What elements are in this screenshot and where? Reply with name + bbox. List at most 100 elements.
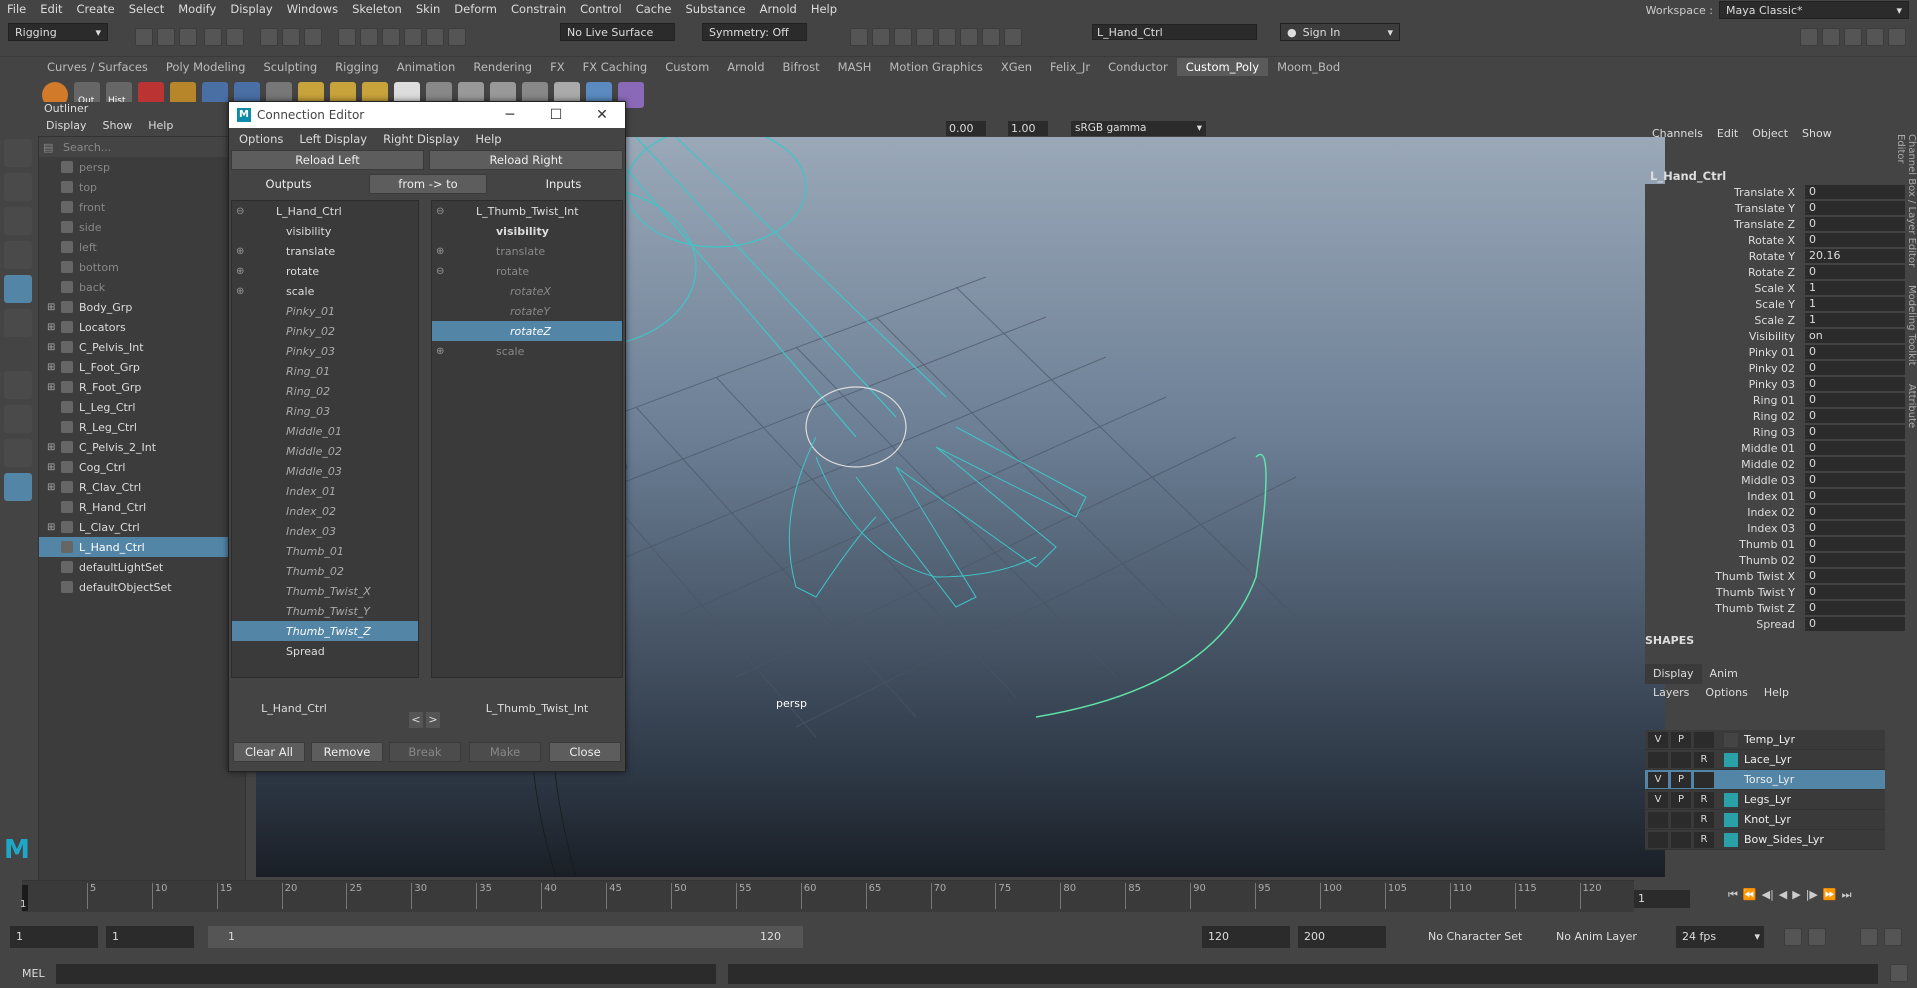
channel-value[interactable]: 0: [1805, 505, 1905, 519]
ce-attribute-item[interactable]: Ring_02: [232, 381, 418, 401]
ce-menu-item[interactable]: Right Display: [375, 132, 467, 146]
menu-constrain[interactable]: Constrain: [504, 2, 573, 16]
shelf-tab[interactable]: FX Caching: [574, 58, 657, 76]
channel-value[interactable]: 0: [1805, 409, 1905, 423]
channel-value[interactable]: 1: [1805, 313, 1905, 327]
expand-icon[interactable]: ⊞: [47, 382, 57, 393]
expand-icon[interactable]: ⊕: [436, 246, 444, 257]
snap-surface-icon[interactable]: [426, 28, 444, 46]
shelf-tab[interactable]: Rendering: [464, 58, 541, 76]
outliner-item[interactable]: top: [39, 177, 245, 197]
ce-attribute-item[interactable]: ⊖ rotate: [432, 261, 622, 281]
layer-row[interactable]: R Bow_Sides_Lyr: [1645, 830, 1885, 850]
channel-value[interactable]: 0: [1805, 489, 1905, 503]
expand-icon[interactable]: ⊕: [236, 286, 244, 297]
channel-row[interactable]: Visibility on: [1645, 328, 1917, 344]
select-tool-icon[interactable]: [4, 139, 32, 167]
channel-value[interactable]: 0: [1805, 361, 1905, 375]
menu-file[interactable]: File: [0, 2, 33, 16]
channel-value[interactable]: on: [1805, 329, 1905, 343]
outliner-item[interactable]: ⊞ Cog_Ctrl: [39, 457, 245, 477]
expand-icon[interactable]: ⊖: [436, 266, 444, 277]
outliner-item[interactable]: R_Hand_Ctrl: [39, 497, 245, 517]
expand-icon[interactable]: ⊖: [236, 206, 244, 217]
layer-playback-toggle[interactable]: P: [1671, 791, 1691, 808]
channel-value[interactable]: 0: [1805, 393, 1905, 407]
shelf-tab[interactable]: FX: [541, 58, 574, 76]
shelf-tab[interactable]: Felix_Jr: [1041, 58, 1099, 76]
go-to-start-icon[interactable]: ⏮: [1728, 888, 1738, 908]
exposure-field[interactable]: 0.00: [946, 121, 986, 136]
outliner-item[interactable]: ⊞ L_Foot_Grp: [39, 357, 245, 377]
channel-value[interactable]: 0: [1805, 185, 1905, 199]
shelf-tab[interactable]: Conductor: [1099, 58, 1177, 76]
clear-all-button[interactable]: Clear All: [233, 742, 305, 762]
layer-row[interactable]: V P R Legs_Lyr: [1645, 790, 1885, 810]
channel-value[interactable]: 0: [1805, 585, 1905, 599]
ce-attribute-item[interactable]: Pinky_03: [232, 341, 418, 361]
tool-settings-icon[interactable]: [1844, 28, 1862, 46]
play-forward-icon[interactable]: ▶: [1792, 888, 1800, 908]
ce-attribute-item[interactable]: Thumb_Twist_Y: [232, 601, 418, 621]
channel-row[interactable]: Middle 03 0: [1645, 472, 1917, 488]
outliner-item[interactable]: defaultObjectSet: [39, 577, 245, 597]
ce-attribute-item[interactable]: ⊕ scale: [232, 281, 418, 301]
shelf-tab[interactable]: Rigging: [326, 58, 388, 76]
mel-label[interactable]: MEL: [22, 967, 45, 980]
layer-playback-toggle[interactable]: [1671, 831, 1691, 848]
ce-attribute-item[interactable]: visibility: [432, 221, 622, 241]
go-to-end-icon[interactable]: ⏭: [1842, 888, 1852, 908]
remove-button[interactable]: Remove: [311, 742, 383, 762]
snap-point-icon[interactable]: [382, 28, 400, 46]
rotate-tool-icon[interactable]: [4, 275, 32, 303]
start-frame-field[interactable]: 1: [10, 926, 98, 948]
expand-icon[interactable]: ⊞: [47, 482, 57, 493]
expand-icon[interactable]: ⊕: [436, 346, 444, 357]
layer-color-swatch[interactable]: [1724, 832, 1738, 847]
outliner-item[interactable]: L_Leg_Ctrl: [39, 397, 245, 417]
outliner-toggle-icon[interactable]: [1888, 28, 1906, 46]
snap-curve-icon[interactable]: [360, 28, 378, 46]
channel-row[interactable]: Scale Y 1: [1645, 296, 1917, 312]
channel-value[interactable]: 1: [1805, 281, 1905, 295]
shelf-tab[interactable]: Sculpting: [254, 58, 326, 76]
layer-menu-item[interactable]: Help: [1756, 684, 1797, 702]
animation-prefs-icon[interactable]: [1884, 928, 1902, 946]
outliner-item[interactable]: L_Hand_Ctrl: [39, 537, 245, 557]
channel-row[interactable]: Index 01 0: [1645, 488, 1917, 504]
time-slider[interactable]: 5 10 15 20 25 30 35 40 45 50 55 60 65 70 75 80 85 90 95 100…: [20, 880, 1634, 912]
close-button[interactable]: Close: [549, 742, 621, 762]
menu-edit[interactable]: Edit: [33, 2, 69, 16]
step-forward-icon[interactable]: |▶: [1806, 888, 1818, 908]
step-forward-key-icon[interactable]: ⏩: [1823, 888, 1837, 908]
outliner-item[interactable]: front: [39, 197, 245, 217]
channel-value[interactable]: 20.16: [1805, 249, 1905, 263]
menu-display[interactable]: Display: [223, 2, 279, 16]
colorspace-dropdown[interactable]: sRGB gamma ▾: [1071, 121, 1206, 136]
layer-row[interactable]: R Knot_Lyr: [1645, 810, 1885, 830]
menu-skin[interactable]: Skin: [409, 2, 447, 16]
outliner-item[interactable]: defaultLightSet: [39, 557, 245, 577]
step-back-icon[interactable]: ◀|: [1762, 888, 1774, 908]
snap-plane-icon[interactable]: [404, 28, 422, 46]
channel-value[interactable]: 0: [1805, 521, 1905, 535]
channel-menu-item[interactable]: Channels: [1645, 127, 1710, 141]
ce-attribute-item[interactable]: Index_03: [232, 521, 418, 541]
make-button[interactable]: Make: [469, 742, 541, 762]
ce-attribute-item[interactable]: Thumb_02: [232, 561, 418, 581]
shelf-tab[interactable]: Bifrost: [774, 58, 829, 76]
menu-create[interactable]: Create: [70, 2, 122, 16]
break-button[interactable]: Break: [389, 742, 461, 762]
channel-row[interactable]: Rotate Y 20.16: [1645, 248, 1917, 264]
channel-value[interactable]: 0: [1805, 441, 1905, 455]
expand-icon[interactable]: ⊞: [47, 522, 57, 533]
channel-row[interactable]: Translate Z 0: [1645, 216, 1917, 232]
playback-end-field[interactable]: 120: [1202, 926, 1290, 948]
select-hierarchy-icon[interactable]: [260, 28, 278, 46]
layer-visibility-toggle[interactable]: [1648, 831, 1668, 848]
layer-reference-toggle[interactable]: R: [1694, 791, 1714, 808]
shelf-tab[interactable]: XGen: [992, 58, 1041, 76]
expand-icon[interactable]: ⊞: [47, 302, 57, 313]
channel-value[interactable]: 0: [1805, 457, 1905, 471]
layer-row[interactable]: V P Torso_Lyr: [1645, 770, 1885, 790]
